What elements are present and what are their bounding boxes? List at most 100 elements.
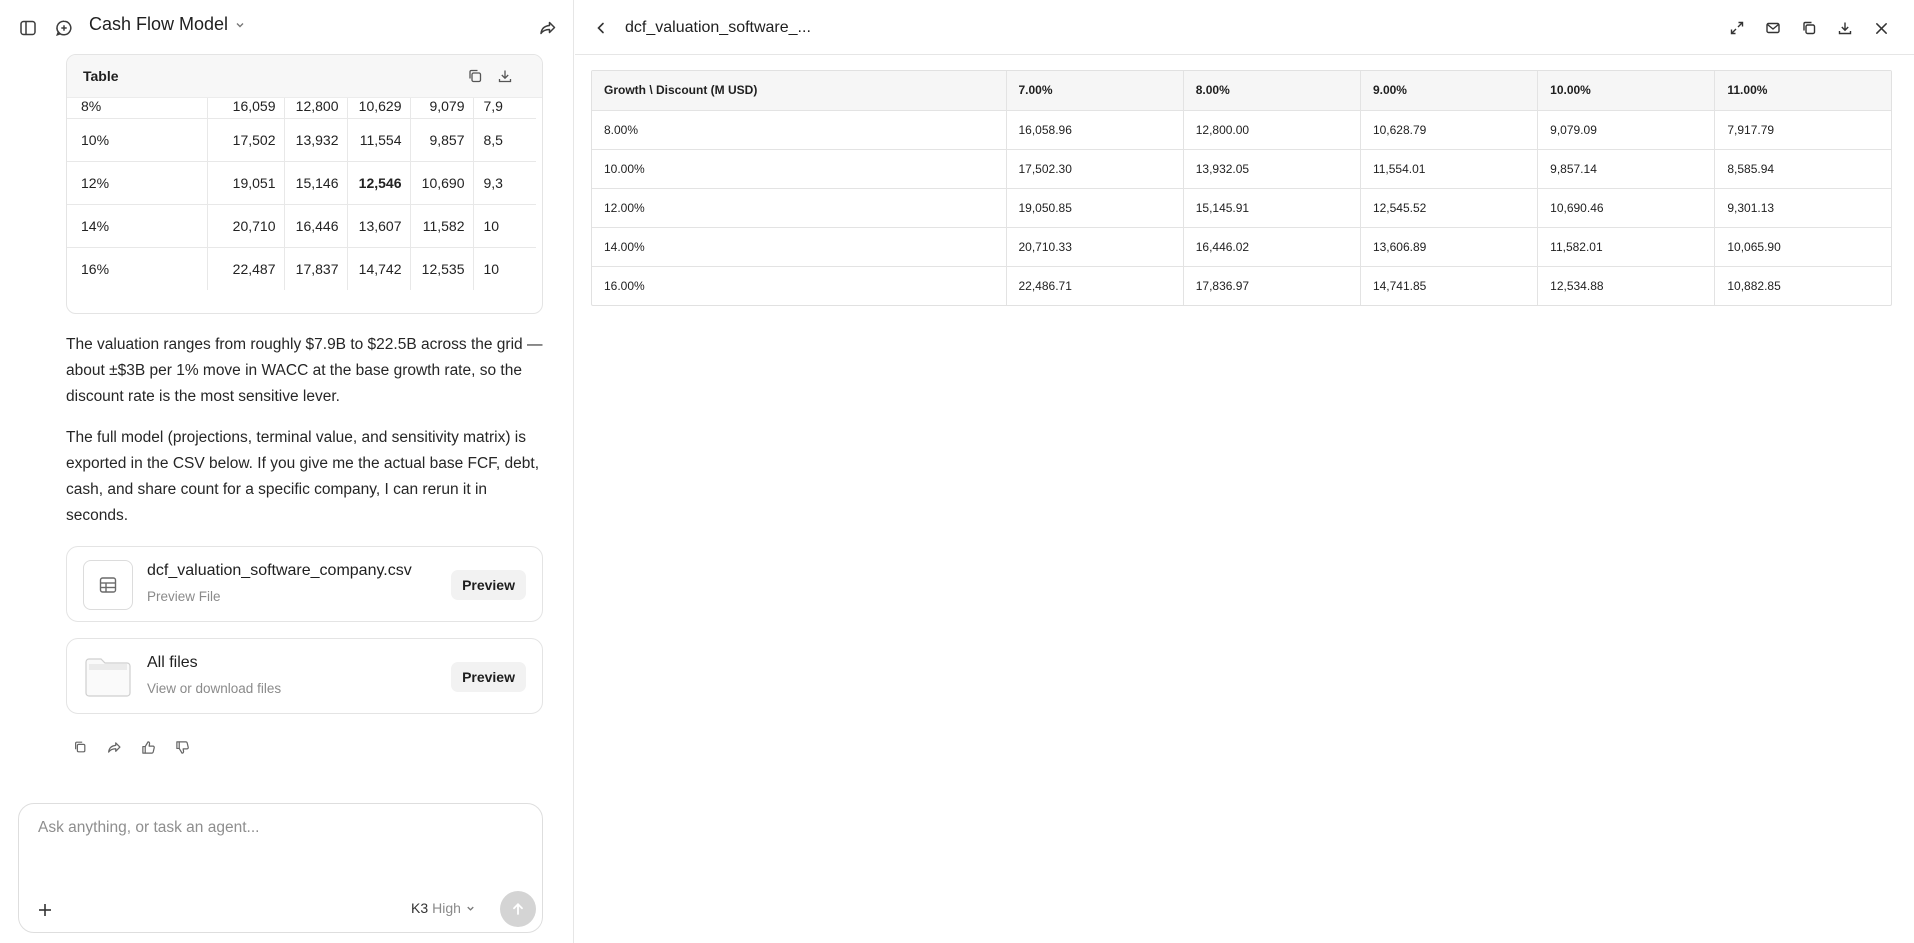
table-cell: 10,629 bbox=[347, 98, 411, 119]
table-card: Table 8% 16,059 12,800 10,629 9,079 7,9 10% 17,… bbox=[66, 54, 543, 314]
arrow-up-icon bbox=[511, 902, 525, 916]
back-arrow-icon[interactable] bbox=[587, 14, 615, 42]
table-cell: 9,079.09 bbox=[1537, 110, 1716, 150]
expand-icon[interactable] bbox=[1723, 14, 1751, 42]
table-cell: 14% bbox=[67, 204, 208, 248]
sidebar-toggle-icon[interactable] bbox=[14, 14, 42, 42]
table-cell: 13,607 bbox=[347, 204, 411, 248]
message-paragraph: The full model (projections, terminal va… bbox=[66, 429, 540, 524]
thumbs-up-icon[interactable] bbox=[138, 737, 158, 757]
preview-file-title: dcf_valuation_software_... bbox=[625, 19, 811, 36]
copy-message-icon[interactable] bbox=[70, 737, 90, 757]
model-selector[interactable]: K3 High bbox=[411, 900, 476, 916]
preview-button[interactable]: Preview bbox=[451, 662, 526, 692]
thumbs-down-icon[interactable] bbox=[172, 737, 192, 757]
preview-header: dcf_valuation_software_... bbox=[575, 0, 1914, 55]
table-cell: 13,932 bbox=[284, 118, 348, 162]
table-cell: 15,146 bbox=[284, 161, 348, 205]
table-cell: 15,145.91 bbox=[1183, 188, 1361, 228]
table-cell: 10,065.90 bbox=[1714, 227, 1891, 267]
spreadsheet-icon bbox=[83, 560, 133, 610]
table-cell: 17,837 bbox=[284, 247, 348, 290]
table-cell: 10% bbox=[67, 118, 208, 162]
column-header: 7.00% bbox=[1006, 71, 1184, 111]
table-cell: 20,710.33 bbox=[1006, 227, 1184, 267]
table-cell: 17,836.97 bbox=[1183, 266, 1361, 305]
chat-pane: Cash Flow Model Table 8% 16,059 12,800 1… bbox=[0, 0, 574, 943]
table-cell: 14,742 bbox=[347, 247, 411, 290]
chevron-down-icon bbox=[234, 19, 246, 31]
table-cell: 10,690.46 bbox=[1537, 188, 1716, 228]
table-cell: 12,800.00 bbox=[1183, 110, 1361, 150]
add-attachment-icon[interactable] bbox=[31, 896, 59, 924]
copy-table-icon[interactable] bbox=[461, 62, 489, 90]
table-cell: 8,585.94 bbox=[1714, 149, 1891, 189]
mail-icon[interactable] bbox=[1759, 14, 1787, 42]
column-header: 8.00% bbox=[1183, 71, 1361, 111]
column-header: 9.00% bbox=[1360, 71, 1539, 111]
table-cell: 8,5 bbox=[473, 118, 536, 162]
table-cell: 11,582 bbox=[410, 204, 474, 248]
share-message-icon[interactable] bbox=[104, 737, 124, 757]
table-cell: 9,3 bbox=[473, 161, 536, 205]
table-cell: 13,932.05 bbox=[1183, 149, 1361, 189]
table-header-row: Growth \ Discount (M USD) 7.00% 8.00% 9.00%… bbox=[592, 71, 1891, 111]
table-row: 10% 17,502 13,932 11,554 9,857 8,5 bbox=[67, 118, 536, 162]
table-cell: 10 bbox=[483, 260, 500, 277]
table-cell: 12,800 bbox=[284, 98, 348, 119]
table-cell: 12,545.52 bbox=[1360, 188, 1539, 228]
table-cell: 10,882.85 bbox=[1727, 278, 1781, 293]
csv-file-card[interactable]: dcf_valuation_software_company.csv Previ… bbox=[66, 546, 543, 622]
table-cell: 11,554 bbox=[347, 118, 411, 162]
table-cell: 12,534.88 bbox=[1537, 266, 1716, 305]
column-header: 11.00% bbox=[1714, 71, 1891, 111]
table-card-title: Table bbox=[83, 68, 119, 84]
table-cell: 12,535 bbox=[410, 247, 474, 290]
table-cell: 10,690 bbox=[410, 161, 474, 205]
table-cell: 9,857 bbox=[410, 118, 474, 162]
table-cell: 16,059 bbox=[207, 98, 285, 119]
table-cell: 16.00% bbox=[592, 266, 1007, 305]
sensitivity-table: 8% 16,059 12,800 10,629 9,079 7,9 10% 17,502 13,… bbox=[67, 98, 536, 290]
table-row: 12.00% 19,050.85 15,145.91 12,545.52 10,690.… bbox=[592, 188, 1891, 228]
all-files-card[interactable]: All files View or download files Preview bbox=[66, 638, 543, 714]
table-cell: 12% bbox=[67, 161, 208, 205]
table-cell: 7,9 bbox=[473, 98, 536, 119]
send-button[interactable] bbox=[500, 891, 536, 927]
table-row: 8% 16,059 12,800 10,629 9,079 7,9 bbox=[67, 98, 536, 119]
download-table-icon[interactable] bbox=[491, 62, 519, 90]
table-cell: 16,446 bbox=[284, 204, 348, 248]
table-row: 14% 20,710 16,446 13,607 11,582 10 bbox=[67, 204, 536, 248]
file-subtitle: View or download files bbox=[147, 681, 282, 696]
table-cell: 12.00% bbox=[592, 188, 1007, 228]
table-cell: 14,741.85 bbox=[1360, 266, 1539, 305]
preview-button[interactable]: Preview bbox=[451, 570, 526, 600]
new-chat-icon[interactable] bbox=[50, 14, 78, 42]
chat-input[interactable] bbox=[36, 818, 516, 838]
csv-preview-table: Growth \ Discount (M USD) 7.00% 8.00% 9.00%… bbox=[592, 71, 1891, 305]
copy-icon[interactable] bbox=[1795, 14, 1823, 42]
table-cell: 10,628.79 bbox=[1360, 110, 1539, 150]
table-row: 8.00% 16,058.96 12,800.00 10,628.79 9,079.09… bbox=[592, 110, 1891, 150]
csv-preview-table-wrapper: Growth \ Discount (M USD) 7.00% 8.00% 9.00%… bbox=[591, 70, 1892, 306]
chat-title: Cash Flow Model bbox=[89, 14, 229, 34]
chat-title-dropdown[interactable]: Cash Flow Model bbox=[89, 14, 246, 35]
table-cell: 7,917.79 bbox=[1714, 110, 1891, 150]
app-window: Cash Flow Model Table 8% 16,059 12,800 1… bbox=[0, 0, 1914, 943]
file-preview-pane: dcf_valuation_software_... Growth \ Disc… bbox=[575, 0, 1914, 943]
table-cell: 22,486.71 bbox=[1006, 266, 1184, 305]
table-cell: 9,079 bbox=[410, 98, 474, 119]
table-cell: 12,546 bbox=[347, 161, 411, 205]
table-row: 16.00% 22,486.71 17,836.97 14,741.85 12,534.… bbox=[592, 266, 1891, 305]
table-cell: 16% bbox=[67, 247, 208, 290]
close-icon[interactable] bbox=[1867, 14, 1895, 42]
column-header: Growth \ Discount (M USD) bbox=[592, 71, 1007, 111]
table-cell: 16,446.02 bbox=[1183, 227, 1361, 267]
table-row: 16% 22,487 17,837 14,742 12,535 10 bbox=[67, 247, 536, 290]
table-cell: 8.00% bbox=[592, 110, 1007, 150]
share-icon[interactable] bbox=[534, 14, 562, 42]
download-icon[interactable] bbox=[1831, 14, 1859, 42]
model-effort: High bbox=[432, 900, 461, 916]
table-cell: 11,554.01 bbox=[1360, 149, 1539, 189]
model-name: K3 bbox=[411, 900, 429, 916]
